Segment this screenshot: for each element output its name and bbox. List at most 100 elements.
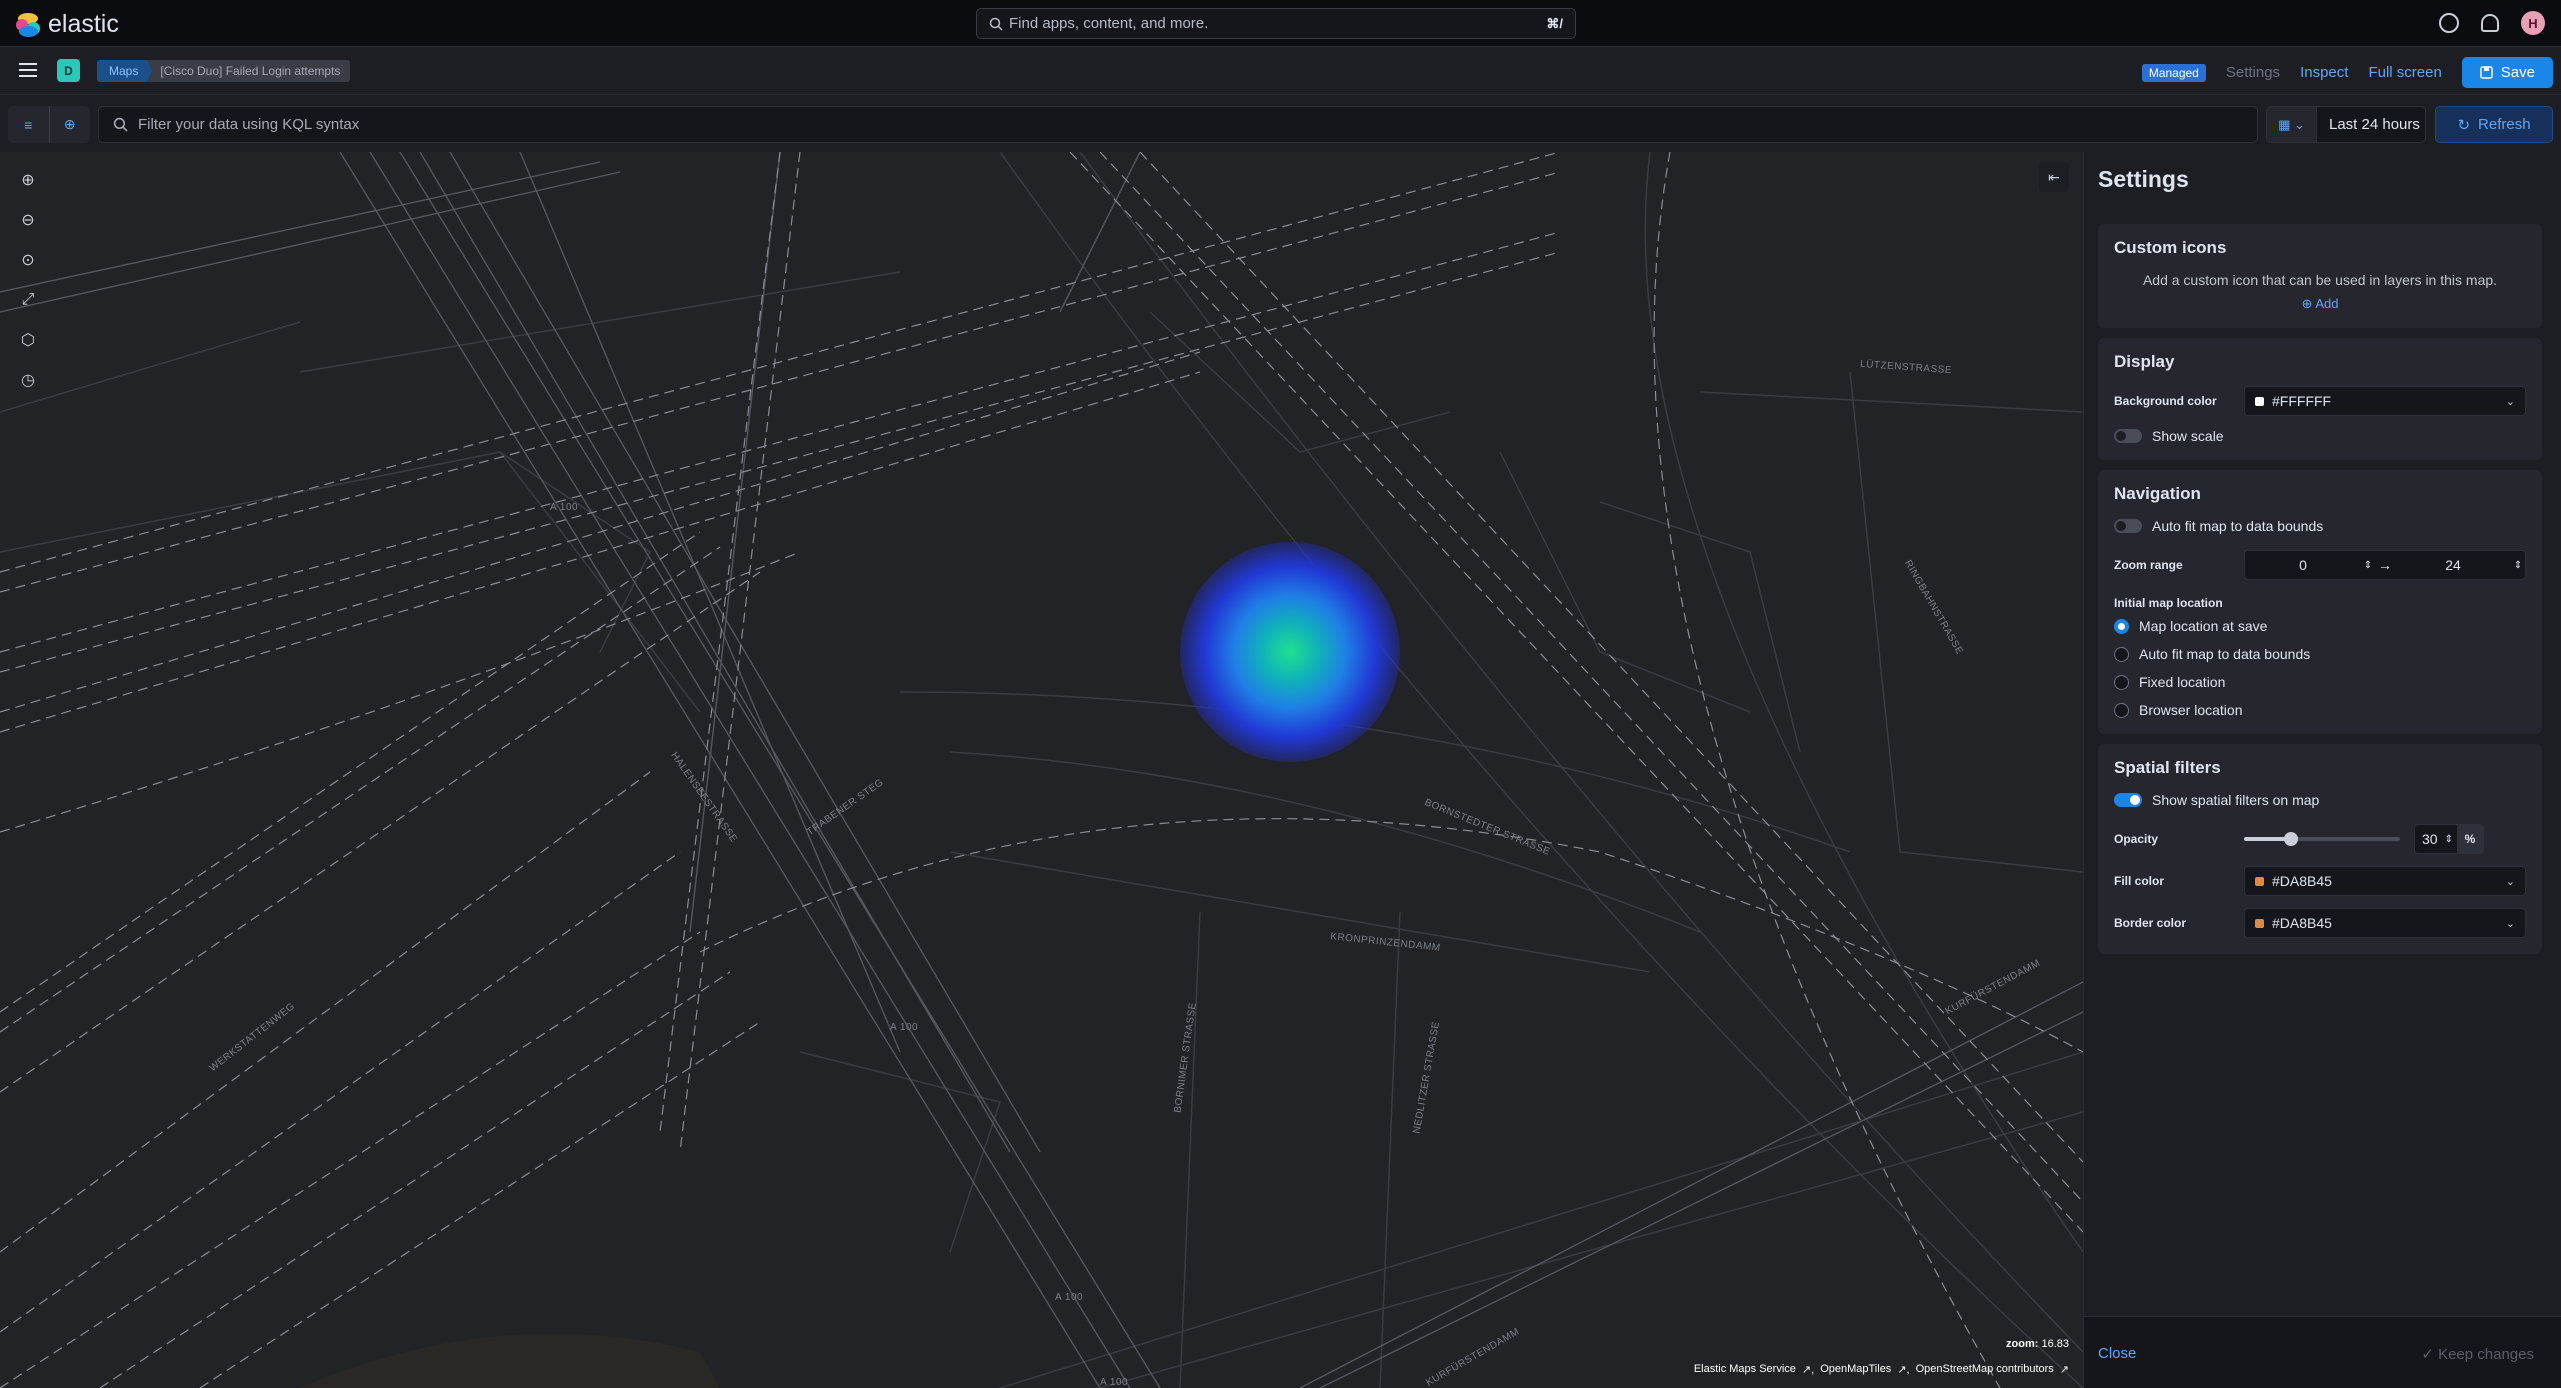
keep-changes-label: Keep changes bbox=[2438, 1346, 2534, 1363]
street-label: A 100 bbox=[1055, 1292, 1084, 1303]
filter-buttons: ≡ ⊕ bbox=[8, 106, 90, 143]
navigation-card: Navigation Auto fit map to data bounds Z… bbox=[2098, 470, 2542, 734]
breadcrumb-maps[interactable]: Maps bbox=[97, 60, 153, 82]
draw-shape-button[interactable]: ⬡ bbox=[14, 326, 42, 354]
show-scale-label: Show scale bbox=[2152, 428, 2224, 444]
timeslider-button[interactable]: ◷ bbox=[14, 366, 42, 394]
elastic-logo[interactable]: elastic bbox=[16, 10, 119, 39]
save-label: Save bbox=[2500, 64, 2535, 81]
add-label: Add bbox=[2315, 296, 2339, 311]
arrow-right-icon: → bbox=[2378, 557, 2392, 573]
filter-icon: ≡ bbox=[24, 116, 33, 133]
show-spatial-filters-toggle[interactable] bbox=[2114, 793, 2142, 807]
radio-map-location-at-save[interactable]: Map location at save bbox=[2114, 618, 2526, 634]
plus-icon: ⊕ bbox=[21, 172, 35, 189]
border-color-picker[interactable]: #DA8B45 ⌄ bbox=[2244, 908, 2526, 938]
spatial-filters-heading: Spatial filters bbox=[2114, 758, 2221, 777]
fullscreen-link[interactable]: Full screen bbox=[2368, 64, 2441, 81]
radio-label: Fixed location bbox=[2139, 674, 2226, 690]
slider-handle[interactable] bbox=[2283, 832, 2298, 846]
opacity-label: Opacity bbox=[2114, 832, 2159, 846]
custom-icons-card: Custom icons Add a custom icon that can … bbox=[2098, 224, 2542, 328]
initial-location-label: Initial map location bbox=[2114, 596, 2223, 610]
settings-link[interactable]: Settings bbox=[2226, 64, 2280, 81]
chevron-down-icon: ⌄ bbox=[2505, 875, 2515, 888]
global-search-input[interactable]: Find apps, content, and more. ⌘/ bbox=[976, 8, 1576, 39]
street-label: A 100 bbox=[1100, 1377, 1129, 1388]
chevron-down-icon: ⌄ bbox=[2505, 395, 2515, 408]
panel-title: Settings bbox=[2098, 166, 2189, 192]
fill-color-value: #DA8B45 bbox=[2272, 873, 2332, 889]
border-color-value: #DA8B45 bbox=[2272, 915, 2332, 931]
top-header: elastic Find apps, content, and more. ⌘/… bbox=[0, 0, 2561, 47]
spatial-filters-card: Spatial filters Show spatial filters on … bbox=[2098, 744, 2542, 954]
notifications-icon[interactable] bbox=[2481, 14, 2499, 32]
refresh-button[interactable]: ↻ Refresh bbox=[2435, 106, 2553, 143]
close-button[interactable]: Close bbox=[2098, 1345, 2136, 1362]
search-icon bbox=[113, 117, 128, 132]
menu-icon[interactable] bbox=[19, 63, 37, 77]
radio-indicator bbox=[2114, 646, 2129, 662]
opacity-slider[interactable] bbox=[2244, 832, 2400, 846]
search-shortcut: ⌘/ bbox=[1546, 15, 1563, 31]
keep-changes-button[interactable]: ✓ Keep changes bbox=[2421, 1345, 2534, 1363]
map-canvas[interactable]: LÜTZENSTRASSE BORNSTEDTER STRASSE KRONPR… bbox=[0, 152, 2083, 1388]
background-color-picker[interactable]: #FFFFFF ⌄ bbox=[2244, 386, 2526, 416]
save-icon bbox=[2480, 66, 2493, 79]
opacity-input[interactable]: 30 ⇕ % bbox=[2414, 824, 2484, 854]
kql-placeholder: Filter your data using KQL syntax bbox=[138, 116, 360, 133]
attribution-link[interactable]: OpenMapTiles bbox=[1820, 1363, 1891, 1376]
zoom-out-button[interactable]: ⊖ bbox=[14, 206, 42, 234]
help-icon[interactable] bbox=[2439, 13, 2459, 33]
measure-button[interactable]: ⤢ bbox=[14, 286, 42, 314]
filter-menu-button[interactable]: ≡ bbox=[8, 106, 50, 143]
heatmap-blob[interactable] bbox=[1180, 542, 1400, 762]
refresh-icon: ↻ bbox=[2457, 116, 2471, 134]
zoom-value: 16.83 bbox=[2041, 1338, 2069, 1350]
collapse-panel-button[interactable]: ⇤ bbox=[2039, 162, 2069, 192]
clock-icon: ◷ bbox=[21, 372, 35, 389]
set-view-button[interactable]: ⊙ bbox=[14, 246, 42, 274]
time-range-label: Last 24 hours bbox=[2329, 116, 2420, 133]
external-link-icon: ↗, bbox=[1897, 1364, 1910, 1376]
space-avatar[interactable]: D bbox=[57, 59, 80, 82]
zoom-max-value[interactable]: 24 bbox=[2395, 557, 2511, 573]
kql-search-input[interactable]: Filter your data using KQL syntax bbox=[98, 106, 2258, 143]
zoom-range-input[interactable]: 0 ⇕ → 24 ⇕ bbox=[2244, 550, 2526, 580]
plus-circle-icon: ⊕ bbox=[2301, 296, 2313, 311]
background-color-label: Background color bbox=[2114, 394, 2217, 408]
show-spatial-filters-label: Show spatial filters on map bbox=[2152, 792, 2320, 808]
inspect-link[interactable]: Inspect bbox=[2300, 64, 2348, 81]
autofit-toggle[interactable] bbox=[2114, 519, 2142, 533]
user-avatar[interactable]: H bbox=[2521, 11, 2545, 35]
elastic-logo-icon bbox=[16, 12, 40, 37]
show-scale-toggle[interactable] bbox=[2114, 429, 2142, 443]
radio-auto-fit[interactable]: Auto fit map to data bounds bbox=[2114, 646, 2526, 662]
custom-icons-heading: Custom icons bbox=[2114, 238, 2227, 257]
breadcrumb: Maps [Cisco Duo] Failed Login attempts bbox=[97, 60, 351, 82]
attribution-link[interactable]: OpenStreetMap contributors bbox=[1916, 1363, 2054, 1376]
add-icon-button[interactable]: ⊕ Add bbox=[2114, 296, 2526, 312]
query-bar: ≡ ⊕ Filter your data using KQL syntax ▦ … bbox=[0, 96, 2561, 152]
external-link-icon: ↗ bbox=[2059, 1364, 2069, 1376]
street-label: A 100 bbox=[890, 1022, 919, 1033]
zoom-min-value[interactable]: 0 bbox=[2245, 557, 2361, 573]
crosshair-icon: ⊙ bbox=[21, 252, 35, 269]
fill-color-picker[interactable]: #DA8B45 ⌄ bbox=[2244, 866, 2526, 896]
date-picker[interactable]: ▦ ⌄ Last 24 hours bbox=[2266, 106, 2426, 143]
radio-browser-location[interactable]: Browser location bbox=[2114, 702, 2526, 718]
radio-fixed-location[interactable]: Fixed location bbox=[2114, 674, 2526, 690]
radio-indicator bbox=[2114, 702, 2129, 718]
navigation-heading: Navigation bbox=[2114, 484, 2201, 503]
attribution-link[interactable]: Elastic Maps Service bbox=[1694, 1363, 1796, 1376]
calendar-icon[interactable]: ▦ ⌄ bbox=[2267, 107, 2317, 142]
save-button[interactable]: Save bbox=[2461, 57, 2553, 88]
add-filter-button[interactable]: ⊕ bbox=[50, 106, 91, 143]
app-navbar: D Maps [Cisco Duo] Failed Login attempts… bbox=[0, 47, 2561, 95]
radio-label: Auto fit map to data bounds bbox=[2139, 646, 2311, 662]
managed-label: Managed bbox=[2148, 65, 2199, 80]
zoom-in-button[interactable]: ⊕ bbox=[14, 166, 42, 194]
shape-icon: ⬡ bbox=[21, 332, 35, 349]
display-heading: Display bbox=[2114, 352, 2175, 371]
map-toolbar: ⊕ ⊖ ⊙ ⤢ ⬡ ◷ bbox=[14, 166, 42, 394]
